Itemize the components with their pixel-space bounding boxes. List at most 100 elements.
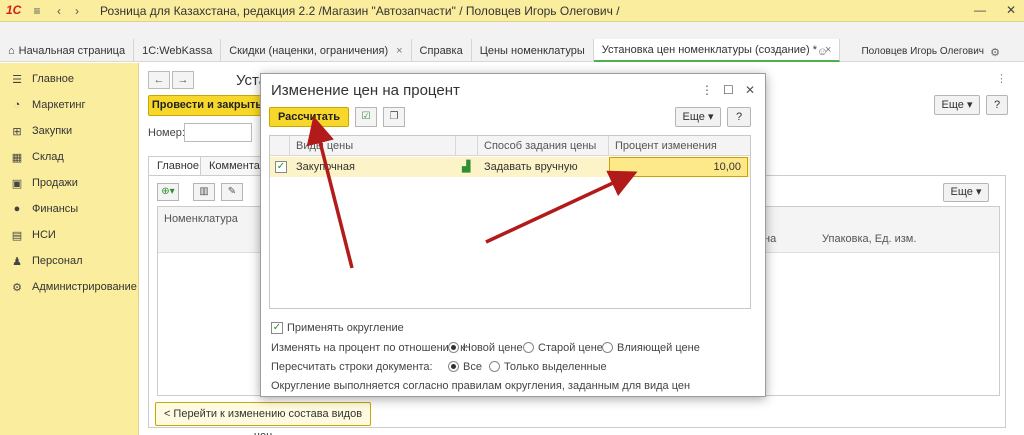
sales-icon: ▣ — [11, 177, 23, 190]
back-nav-icon[interactable]: ‹ — [52, 4, 66, 18]
radio-influencing-price-label: Влияющей цене — [617, 342, 700, 354]
sidebar-item-label: Продажи — [32, 177, 78, 189]
check-all-icon[interactable]: ☑ — [355, 107, 377, 127]
forward-nav-icon[interactable]: › — [70, 4, 84, 18]
tab-webkassa[interactable]: 1C:WebKassa — [134, 39, 222, 62]
radio-selected-rows[interactable] — [489, 361, 500, 372]
add-icon[interactable]: ⊕▾ — [157, 183, 179, 201]
sidebar-item-label: Главное — [32, 73, 75, 85]
apply-rounding-checkbox[interactable]: ✓ — [271, 322, 283, 334]
sidebar-item-label: Финансы — [32, 203, 79, 215]
radio-all-rows-label: Все — [463, 361, 482, 373]
radio-old-price-label: Старой цене — [538, 342, 603, 354]
warehouse-icon: ▦ — [11, 151, 23, 164]
form-help-button[interactable]: ? — [986, 95, 1008, 115]
change-relative-label: Изменять на процент по отношению к: — [271, 342, 468, 354]
more-label: Еще — [682, 111, 705, 123]
sidebar-item-purchases[interactable]: ⊞ Закупки — [0, 121, 139, 141]
radio-old-price[interactable] — [523, 342, 534, 353]
barcode-icon[interactable]: ▥ — [193, 183, 215, 201]
sidebar-item-label: Маркетинг — [32, 99, 86, 111]
settings-icon[interactable]: ⚙ — [990, 46, 1000, 59]
sidebar-item-nsi[interactable]: ▤ НСИ — [0, 225, 139, 245]
radio-all-rows[interactable] — [448, 361, 459, 372]
close-icon[interactable]: ✕ — [745, 83, 755, 97]
close-tab-icon[interactable]: × — [396, 40, 402, 62]
number-label: Номер: — [148, 127, 185, 139]
maximize-icon[interactable]: ☐ — [723, 83, 734, 97]
minimize-icon[interactable]: — — [974, 3, 986, 17]
sidebar-item-label: Склад — [32, 151, 64, 163]
number-field[interactable] — [184, 123, 252, 142]
header-price-type: Виды цены — [290, 136, 456, 156]
tab-label: Установка цен номенклатуры (создание) * — [601, 43, 817, 56]
dialog-title: Изменение цен на процент — [271, 82, 460, 99]
sidebar-item-label: Персонал — [32, 255, 83, 267]
tab-label: 1C:WebKassa — [142, 44, 213, 57]
col-nomenclature: Номенклатура — [164, 213, 238, 225]
rounding-note: Округление выполняется согласно правилам… — [271, 380, 691, 392]
form-more-icon[interactable]: ⋮ — [996, 72, 1007, 85]
post-close-button[interactable]: Провести и закрыть — [148, 95, 266, 116]
tab-set-prices[interactable]: Установка цен номенклатуры (создание) * … — [593, 39, 841, 62]
edit-icon[interactable]: ✎ — [221, 183, 243, 201]
table-header: Виды цены Способ задания цены Процент из… — [270, 136, 750, 156]
pie-icon: ◔ — [13, 99, 21, 111]
more-label: Еще — [941, 99, 964, 111]
dialog-help-button[interactable]: ? — [727, 107, 751, 127]
price-type-cell: Закупочная — [296, 161, 355, 173]
header-method: Способ задания цены — [478, 136, 609, 156]
gear-icon: ⚙ — [12, 281, 22, 294]
dialog-more-icon[interactable]: ⋮ — [701, 83, 713, 97]
sidebar-item-label: Администрирование — [32, 281, 137, 293]
radio-influencing-price[interactable] — [602, 342, 613, 353]
calculate-button[interactable]: Рассчитать — [269, 107, 349, 127]
forward-arrow-icon[interactable]: → — [172, 71, 194, 89]
more-label: Еще — [950, 186, 973, 198]
close-window-icon[interactable]: ✕ — [1006, 3, 1016, 17]
dialog-more-button[interactable]: Еще ▾ — [675, 107, 721, 127]
radio-selected-rows-label: Только выделенные — [504, 361, 607, 373]
table-row[interactable]: ✓ Закупочная ▟ Задавать вручную 10,00 — [270, 157, 750, 177]
window-title: Розница для Казахстана, редакция 2.2 /Ма… — [100, 4, 620, 18]
tab-home[interactable]: ⌂ Начальная страница — [0, 39, 135, 62]
menu-icon: ☰ — [12, 73, 22, 86]
sidebar-item-marketing[interactable]: ◔ Маркетинг — [0, 95, 139, 115]
back-arrow-icon[interactable]: ← — [148, 71, 170, 89]
user-name[interactable]: Половцев Игорь Олегович — [861, 46, 984, 57]
copy-icon[interactable]: ❐ — [383, 107, 405, 127]
col-pack: Упаковка, Ед. изм. — [822, 233, 917, 245]
title-bar: 1С ≡ ‹ › Розница для Казахстана, редакци… — [0, 0, 1024, 22]
row-checkbox[interactable]: ✓ — [275, 161, 287, 173]
tab-help[interactable]: Справка — [412, 39, 472, 62]
method-cell: Задавать вручную — [484, 161, 578, 173]
tab-label: Начальная страница — [18, 44, 126, 57]
sidebar-item-main[interactable]: ☰ Главное — [0, 69, 139, 89]
tab-discounts[interactable]: Скидки (наценки, ограничения) × — [221, 39, 412, 62]
tab-label: Справка — [419, 44, 463, 57]
sidebar-item-sales[interactable]: ▣ Продажи — [0, 173, 139, 193]
header-icon — [456, 136, 478, 156]
sidebar-item-warehouse[interactable]: ▦ Склад — [0, 147, 139, 167]
recalc-rows-label: Пересчитать строки документа: — [271, 361, 433, 373]
sidebar-item-label: Закупки — [32, 125, 73, 137]
price-type-icon: ▟ — [462, 161, 471, 173]
tab-label: Скидки (наценки, ограничения) — [229, 44, 389, 57]
menu-icon[interactable]: ≡ — [30, 4, 44, 18]
change-price-percent-dialog: Изменение цен на процент ⋮ ☐ ✕ Рассчитат… — [260, 73, 766, 397]
sidebar-item-admin[interactable]: ⚙ Администрирование — [0, 277, 139, 297]
header-check — [270, 136, 290, 156]
back-to-price-types-button[interactable]: < Перейти к изменению состава видов цен — [155, 402, 371, 435]
grid-more-button[interactable]: Еще ▾ — [943, 183, 989, 202]
cart-icon: ⊞ — [12, 125, 22, 138]
percent-field[interactable]: 10,00 — [609, 157, 748, 177]
tab-prices[interactable]: Цены номенклатуры — [472, 39, 594, 62]
tabs-bar: ⌂ Начальная страница 1C:WebKassa Скидки … — [0, 22, 1024, 62]
radio-new-price[interactable] — [448, 342, 459, 353]
app-logo: 1С — [6, 3, 22, 17]
sidebar-item-finance[interactable]: ● Финансы — [0, 199, 139, 219]
form-more-button[interactable]: Еще ▾ — [934, 95, 980, 115]
sidebar-item-staff[interactable]: ♟ Персонал — [0, 251, 139, 271]
person-icon: ♟ — [12, 255, 22, 268]
apply-rounding-label: Применять округление — [287, 322, 404, 334]
